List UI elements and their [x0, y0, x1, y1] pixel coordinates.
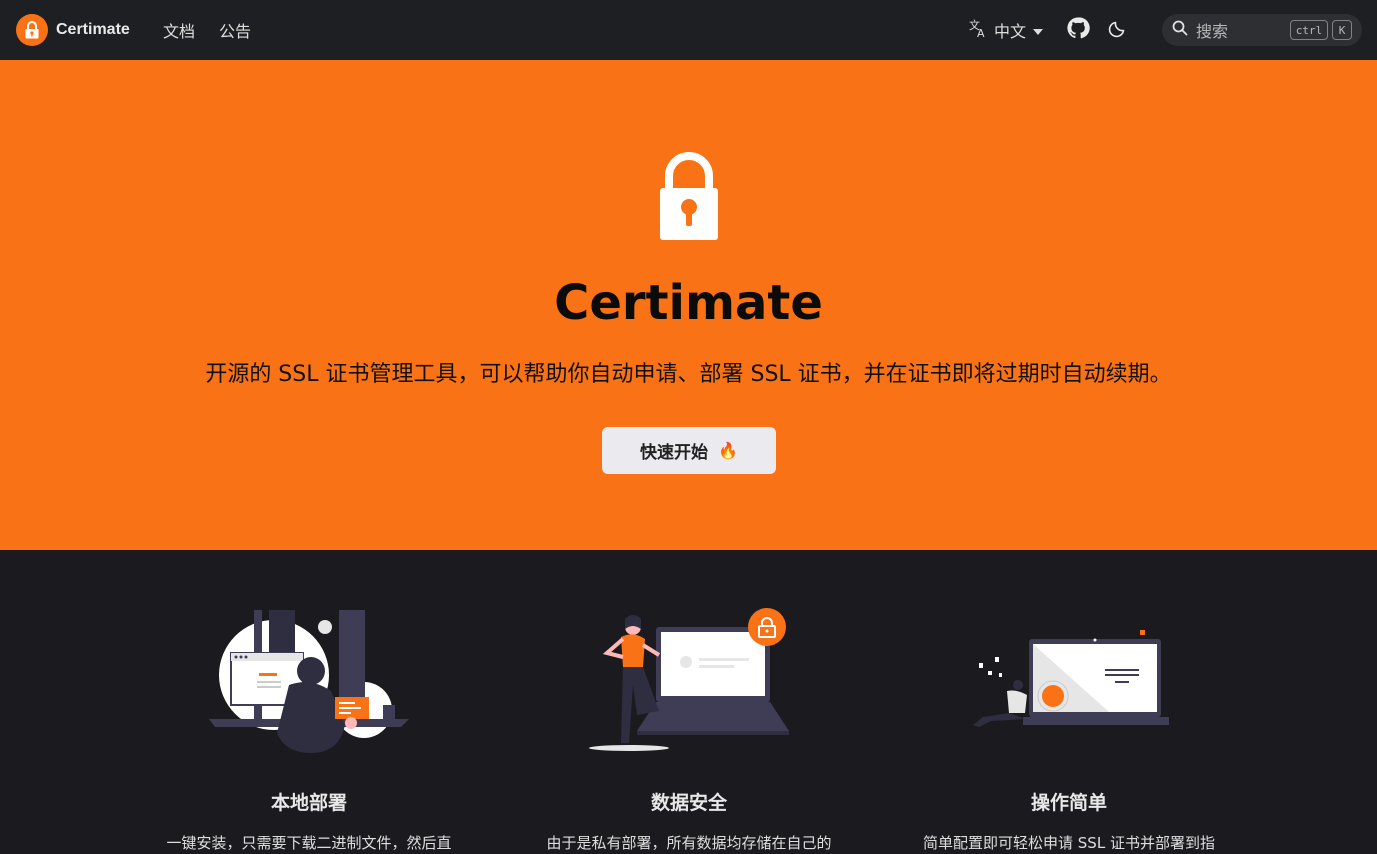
- feature-title: 操作简单: [1030, 792, 1107, 814]
- feature-title: 本地部署: [270, 792, 347, 814]
- feature-description: 简单配置即可轻松申请 SSL 证书并部署到指: [923, 834, 1215, 852]
- moon-icon: [1108, 18, 1128, 42]
- kbd-k: K: [1332, 20, 1352, 40]
- easy-operation-illustration: [899, 605, 1239, 765]
- chevron-down-icon: [1032, 21, 1044, 40]
- get-started-button[interactable]: 快速开始 🔥: [602, 427, 776, 474]
- hero-title: Certimate: [554, 275, 823, 331]
- get-started-label: 快速开始: [640, 443, 709, 463]
- brand-home-link[interactable]: Certimate: [16, 14, 130, 46]
- translate-icon: 文 A: [968, 18, 988, 42]
- search-icon: [1172, 20, 1188, 40]
- language-switcher[interactable]: 文 A 中文: [968, 0, 1044, 60]
- security-illustration: [519, 605, 859, 765]
- feature-description: 一键安装，只需要下载二进制文件，然后直: [166, 834, 452, 852]
- github-icon: [1066, 16, 1090, 44]
- language-label: 中文: [994, 22, 1027, 41]
- feature-title: 数据安全: [650, 792, 727, 814]
- feature-description: 由于是私有部署，所有数据均存储在自己的: [546, 834, 832, 852]
- search-placeholder: 搜索: [1196, 22, 1229, 41]
- lock-icon: [16, 14, 48, 46]
- kbd-ctrl: ctrl: [1290, 20, 1328, 40]
- fire-icon: 🔥: [718, 441, 738, 460]
- nav-link-announcements[interactable]: 公告: [219, 18, 251, 42]
- svg-text:A: A: [977, 27, 985, 38]
- brand-name: Certimate: [56, 21, 130, 38]
- nav-link-docs[interactable]: 文档: [163, 18, 195, 42]
- theme-toggle[interactable]: [1108, 0, 1128, 60]
- search-button[interactable]: 搜索 ctrl K: [1162, 14, 1362, 46]
- developer-illustration: [139, 605, 479, 765]
- features-section: 本地部署 一键安装，只需要下载二进制文件，然后直 数据安全 由于是私有部署，所有…: [0, 550, 1377, 854]
- top-navbar: Certimate 文档 公告 文 A 中文 搜索 ctrl K: [0, 0, 1377, 60]
- hero-section: Certimate 开源的 SSL 证书管理工具，可以帮助你自动申请、部署 SS…: [0, 60, 1377, 550]
- hero-description: 开源的 SSL 证书管理工具，可以帮助你自动申请、部署 SSL 证书，并在证书即…: [205, 362, 1172, 387]
- github-link[interactable]: [1066, 0, 1090, 60]
- lock-icon: [658, 152, 720, 244]
